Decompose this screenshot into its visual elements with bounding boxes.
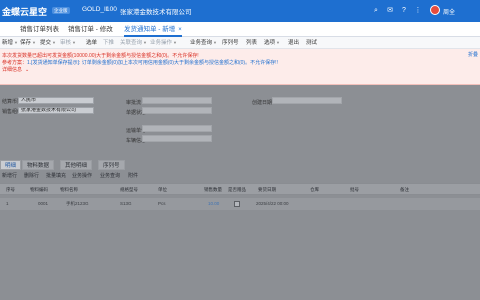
settle-currency-field[interactable]: 人民币 (18, 97, 94, 104)
grid-business-query-button[interactable]: 业务查询 (100, 172, 120, 179)
gift-checkbox[interactable] (234, 201, 240, 207)
chevron-down-icon: ⌄ (25, 67, 30, 73)
apps-grid-icon[interactable]: ⋮ (414, 7, 422, 15)
push-down-button[interactable]: 下推 (103, 37, 114, 49)
org-name-selector[interactable]: 张家港金数技术有限公司 (120, 6, 192, 16)
audit-button[interactable]: 审核▼ (60, 37, 76, 49)
col-spec: 规格型号 (120, 187, 138, 192)
business-query-button[interactable]: 业务查询▼ (190, 37, 217, 49)
attachment-button[interactable]: 附件 (128, 172, 138, 179)
col-note: 备注 (400, 187, 409, 192)
cell-seq: 1 (6, 201, 9, 206)
col-stock: 仓库 (310, 187, 319, 192)
collapse-link[interactable]: 折叠 (468, 51, 478, 58)
chevron-down-icon: ▼ (72, 40, 76, 45)
col-is-gift: 是否赠品 (228, 187, 246, 192)
business-operation-button[interactable]: 业务操作▼ (150, 37, 177, 49)
grid-header: 序号 物料编码 物料名称 规格型号 单位 销售数量 是否赠品 要货日期 仓库 批… (0, 183, 480, 195)
tracking-number-field[interactable] (142, 125, 212, 132)
tab-sales-order-list[interactable]: 销售订单列表 (20, 22, 59, 37)
label-create-date: 创建日期 (252, 100, 273, 106)
submit-button[interactable]: 提交▼ (40, 37, 56, 49)
cell-material-name: 手机2123G (66, 201, 89, 206)
cell-quantity[interactable]: 10.00 (208, 201, 219, 206)
col-seq: 序号 (6, 187, 15, 192)
col-material-code: 物料编码 (30, 187, 48, 192)
subtab-detail[interactable]: 明细 (0, 160, 22, 170)
chevron-down-icon: ▼ (52, 40, 56, 45)
table-row[interactable]: 1 0001 手机2123G S13G Pcs 10.00 2025/4/22 … (0, 198, 480, 210)
tab-sales-order-edit[interactable]: 销售订单 - 修改 (68, 22, 113, 37)
cell-request-date[interactable]: 2025/4/22 00:00 (256, 201, 289, 206)
subtab-material-data[interactable]: 物料数据 (22, 160, 55, 170)
col-material-name: 物料名称 (60, 187, 78, 192)
tab-delivery-notice-new[interactable]: 发货通知单 - 新增 × (124, 22, 182, 37)
approval-flow-field[interactable] (142, 97, 212, 104)
cell-material-code[interactable]: 0001 (38, 201, 48, 206)
error-alert-banner: 本次发货数量已超出可发货金额(10000.00)大于剩余金额与授信金额之和(0)… (0, 49, 480, 85)
delete-row-button[interactable]: 删除行 (24, 172, 39, 179)
grid-business-operation-button[interactable]: 业务操作 (72, 172, 92, 179)
exit-button[interactable]: 退出 (288, 37, 299, 49)
grid-toolbar: 新增行 删除行 批量填充 业务操作 业务查询 附件 (0, 171, 480, 181)
subtab-serial-number[interactable]: 序列号 (98, 160, 125, 170)
chevron-down-icon: ▼ (213, 40, 217, 45)
test-button[interactable]: 测试 (306, 37, 317, 49)
reference-solution: 参考方案：1.[发货通知单保存提示]: 订单剩余金额(0)加上本次可用信用金额(… (2, 59, 278, 66)
user-name[interactable]: 周全 (443, 7, 455, 16)
document-tab-bar: 销售订单列表 销售订单 - 修改 发货通知单 - 新增 × (0, 22, 480, 37)
batch-fill-button[interactable]: 批量填充 (46, 172, 66, 179)
related-query-button[interactable]: 关联查询▼ (120, 37, 147, 49)
org-code: 100 (106, 6, 117, 13)
solution-link[interactable]: 1.[发货通知单保存提示]: 订单剩余金额(0)加上本次可用信用金额(0)大于剩… (27, 60, 278, 66)
avatar[interactable] (430, 5, 440, 15)
message-icon[interactable]: ✉ (386, 7, 394, 15)
sale-org-field[interactable]: 张家港金数技术有限公司 (18, 107, 94, 114)
col-lot: 批号 (350, 187, 359, 192)
close-icon[interactable]: × (178, 27, 182, 33)
database-name[interactable]: GOLD_Il (82, 6, 107, 13)
main-toolbar: 新增▼ 保存▼ 提交▼ 审核▼ 选单 下推 关联查询▼ 业务操作▼ 业务查询▼ … (0, 37, 480, 49)
details-toggle[interactable]: 详细信息 ⌄ (2, 66, 29, 73)
top-header-bar: 金蝶云星空 企业版 GOLD_Il 100 张家港金数技术有限公司 ⌕ ✉ ? … (0, 0, 480, 22)
create-date-field[interactable] (272, 97, 342, 104)
detail-subtabs: 明细 物料数据 其他明细 序列号 (0, 160, 480, 170)
chevron-down-icon: ▼ (143, 40, 147, 45)
cell-unit[interactable]: Pcs (158, 201, 166, 206)
cell-spec: S13G (120, 201, 132, 206)
options-button[interactable]: 选项▼ (264, 37, 280, 49)
select-order-button[interactable]: 选单 (86, 37, 97, 49)
edition-badge: 企业版 (52, 7, 70, 14)
chevron-down-icon: ▼ (32, 40, 36, 45)
search-icon[interactable]: ⌕ (372, 7, 380, 15)
col-request-date: 要货日期 (258, 187, 276, 192)
add-row-button[interactable]: 新增行 (2, 172, 17, 179)
new-button[interactable]: 新增▼ (2, 37, 18, 49)
col-unit: 单位 (158, 187, 167, 192)
subtab-other-detail[interactable]: 其他明细 (60, 160, 93, 170)
vehicle-info-field[interactable] (142, 135, 212, 142)
col-quantity: 销售数量 (204, 187, 222, 192)
serial-number-button[interactable]: 序列号 (222, 37, 239, 49)
tab-label: 发货通知单 - 新增 (124, 26, 176, 33)
chevron-down-icon: ▼ (276, 40, 280, 45)
chevron-down-icon: ▼ (14, 40, 18, 45)
save-button[interactable]: 保存▼ (20, 37, 36, 49)
label-approval-flow: 审批流 (126, 100, 142, 106)
app-logo: 金蝶云星空 (2, 7, 48, 17)
error-message: 本次发货数量已超出可发货金额(10000.00)大于剩余金额与授信金额之和(0)… (2, 53, 199, 59)
help-icon[interactable]: ? (400, 7, 408, 15)
chevron-down-icon: ▼ (173, 40, 177, 45)
list-button[interactable]: 列表 (246, 37, 257, 49)
doc-status-field[interactable] (142, 107, 212, 114)
